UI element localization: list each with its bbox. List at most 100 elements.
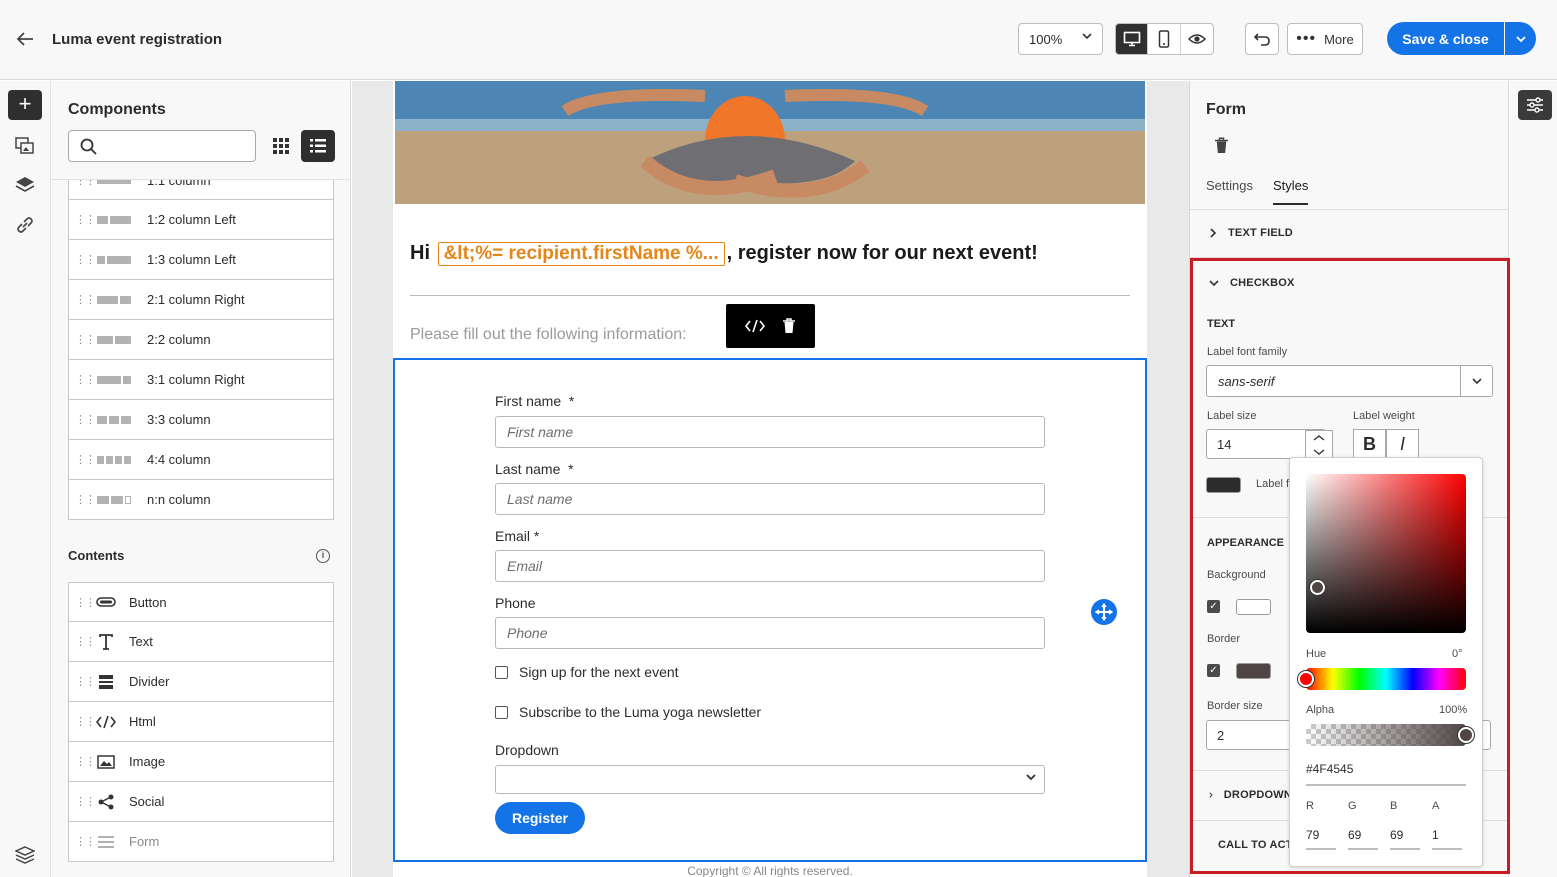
drag-handle-icon[interactable]: ⋮⋮ [69, 453, 96, 466]
structure-item[interactable]: ⋮⋮ 1:1 column [68, 180, 334, 200]
drag-handle-icon[interactable]: ⋮⋮ [69, 293, 96, 306]
content-item-social[interactable]: ⋮⋮ Social [68, 782, 334, 822]
form-block[interactable]: First name * First name Last name * Last… [393, 358, 1147, 862]
drag-handle-icon[interactable]: ⋮⋮ [69, 253, 96, 266]
email-input[interactable]: Email [495, 550, 1045, 582]
structure-item[interactable]: ⋮⋮ 1:3 column Left [68, 240, 334, 280]
newsletter-checkbox[interactable] [495, 705, 508, 719]
add-components-button[interactable]: + [8, 90, 42, 120]
checkbox-section-header[interactable]: CHECKBOX [1208, 277, 1295, 289]
drag-handle-icon[interactable]: ⋮⋮ [69, 596, 96, 609]
alpha-input[interactable]: 1 [1432, 828, 1462, 850]
layers-icon[interactable] [14, 174, 36, 196]
border-checkbox[interactable]: ✓ [1207, 664, 1220, 677]
phone-input[interactable]: Phone [495, 617, 1045, 649]
drag-handle-icon[interactable]: ⋮⋮ [69, 675, 96, 688]
register-button[interactable]: Register [495, 802, 585, 834]
label-color-swatch[interactable] [1206, 477, 1241, 493]
structure-item[interactable]: ⋮⋮ 1:2 column Left [68, 200, 334, 240]
drag-handle-icon[interactable]: ⋮⋮ [69, 413, 96, 426]
hue-thumb[interactable] [1298, 671, 1314, 687]
last-name-input[interactable]: Last name [495, 483, 1045, 515]
drag-handle-icon[interactable]: ⋮⋮ [69, 635, 96, 648]
drag-handle-icon[interactable]: ⋮⋮ [69, 795, 96, 808]
save-close-button[interactable]: Save & close [1387, 22, 1504, 55]
call-to-action-section-header[interactable]: CALL TO ACTION [1208, 839, 1292, 851]
instructions-text[interactable]: Please fill out the following informatio… [410, 326, 687, 344]
content-item-text[interactable]: ⋮⋮ Text [68, 622, 334, 662]
search-input[interactable] [68, 130, 256, 162]
undo-button[interactable] [1245, 23, 1279, 55]
blue-input[interactable]: 69 [1390, 828, 1420, 850]
border-color-swatch[interactable] [1236, 663, 1271, 679]
preview-button[interactable] [1181, 24, 1213, 54]
structure-item[interactable]: ⋮⋮ 3:1 column Right [68, 360, 334, 400]
signup-checkbox-row[interactable]: Sign up for the next event [495, 664, 679, 680]
delete-form-icon[interactable] [1214, 137, 1229, 159]
more-button[interactable]: ••• More [1287, 23, 1363, 55]
structure-item[interactable]: ⋮⋮ 2:2 column [68, 320, 334, 360]
info-icon[interactable]: i [316, 549, 330, 563]
hero-image[interactable] [395, 81, 1145, 204]
hue-slider[interactable] [1306, 668, 1466, 690]
list-view-button[interactable] [301, 130, 335, 162]
structure-item[interactable]: ⋮⋮ 3:3 column [68, 400, 334, 440]
help-layers-icon[interactable] [14, 844, 36, 866]
alpha-slider[interactable] [1306, 724, 1466, 746]
red-input[interactable]: 79 [1306, 828, 1336, 850]
drag-handle-icon[interactable]: ⋮⋮ [69, 213, 96, 226]
add-block-button[interactable] [1091, 599, 1117, 625]
tab-settings[interactable]: Settings [1206, 178, 1253, 205]
back-arrow-icon[interactable] [14, 28, 38, 52]
background-color-swatch[interactable] [1236, 599, 1271, 615]
trash-icon[interactable] [782, 318, 796, 334]
hex-input[interactable]: #4F4545 [1306, 762, 1466, 786]
drag-handle-icon[interactable]: ⋮⋮ [69, 715, 96, 728]
saturation-value-area[interactable] [1306, 474, 1466, 633]
first-name-input[interactable]: First name [495, 416, 1045, 448]
label-font-family-select[interactable]: sans-serif [1206, 365, 1493, 397]
greeting-heading[interactable]: Hi &lt;%= recipient.firstName %..., regi… [410, 242, 1038, 266]
label-size-stepper[interactable] [1305, 430, 1333, 460]
green-input[interactable]: 69 [1348, 828, 1378, 850]
alpha-thumb[interactable] [1458, 727, 1474, 743]
mobile-view-button[interactable] [1148, 24, 1181, 54]
content-item-divider[interactable]: ⋮⋮ Divider [68, 662, 334, 702]
structure-item[interactable]: ⋮⋮ n:n column [68, 480, 334, 520]
personalization-token[interactable]: &lt;%= recipient.firstName %... [437, 242, 725, 266]
content-item-html[interactable]: ⋮⋮ Html [68, 702, 334, 742]
dropdown-select[interactable] [495, 765, 1045, 794]
link-icon[interactable] [14, 214, 36, 236]
italic-button[interactable]: I [1386, 429, 1419, 459]
tab-styles[interactable]: Styles [1272, 178, 1309, 205]
save-options-button[interactable] [1505, 22, 1536, 55]
zoom-select[interactable]: 100% [1018, 23, 1103, 55]
newsletter-checkbox-row[interactable]: Subscribe to the Luma yoga newsletter [495, 704, 761, 720]
bold-button[interactable]: B [1353, 429, 1386, 459]
grid-view-button[interactable] [268, 133, 294, 159]
properties-button[interactable] [1518, 90, 1552, 120]
structure-item[interactable]: ⋮⋮ 2:1 column Right [68, 280, 334, 320]
drag-handle-icon[interactable]: ⋮⋮ [69, 180, 96, 187]
dropdown-section-header[interactable]: DROPDOWN [1208, 789, 1292, 801]
assets-icon[interactable] [14, 135, 36, 157]
drag-handle-icon[interactable]: ⋮⋮ [69, 835, 96, 848]
components-scroll-area[interactable]: ⋮⋮ 1:1 column ⋮⋮ 1:2 column Left ⋮⋮ 1:3 colum… [51, 179, 351, 877]
text-field-section-header[interactable]: TEXT FIELD [1208, 227, 1293, 239]
column-layout-icon [97, 415, 131, 424]
drag-handle-icon[interactable]: ⋮⋮ [69, 333, 96, 346]
structure-item[interactable]: ⋮⋮ 4:4 column [68, 440, 334, 480]
desktop-view-button[interactable] [1116, 24, 1149, 54]
saturation-thumb[interactable] [1310, 580, 1325, 595]
background-checkbox[interactable]: ✓ [1207, 600, 1220, 613]
signup-checkbox[interactable] [495, 665, 508, 679]
content-item-form[interactable]: ⋮⋮ Form [68, 822, 334, 862]
drag-handle-icon[interactable]: ⋮⋮ [69, 755, 96, 768]
code-icon[interactable] [744, 319, 765, 333]
drag-handle-icon[interactable]: ⋮⋮ [69, 373, 96, 386]
drag-handle-icon[interactable]: ⋮⋮ [69, 493, 96, 506]
content-item-image[interactable]: ⋮⋮ Image [68, 742, 334, 782]
panel-tabs: Settings Styles [1206, 178, 1309, 205]
content-item-button[interactable]: ⋮⋮ Button [68, 582, 334, 622]
chevron-down-icon[interactable] [1460, 366, 1492, 396]
